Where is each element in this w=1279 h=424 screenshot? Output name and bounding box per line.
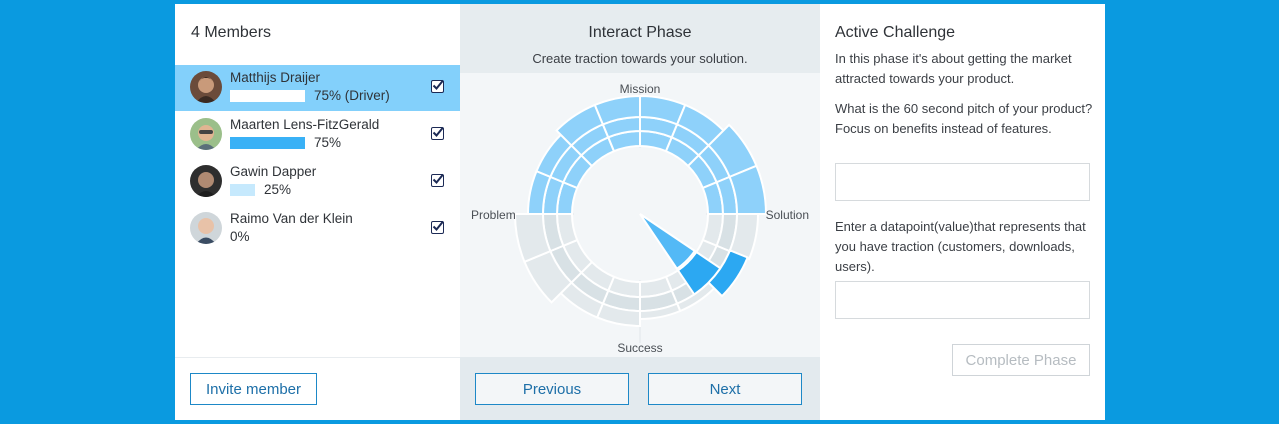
phase-header: Interact Phase Create traction towards y…	[460, 4, 820, 73]
challenge-title: Active Challenge	[835, 24, 956, 41]
complete-phase-button[interactable]: Complete Phase	[952, 344, 1090, 376]
wheel-label-mission: Mission	[620, 82, 661, 96]
phase-panel: Interact Phase Create traction towards y…	[460, 4, 820, 420]
member-row[interactable]: Gawin Dapper 25%	[175, 159, 460, 205]
member-name: Gawin Dapper	[230, 164, 317, 179]
member-checkbox[interactable]	[431, 79, 444, 93]
challenge-question-2: Enter a datapoint(value)that represents …	[835, 219, 1086, 274]
phase-footer: Previous Next	[460, 357, 820, 420]
phase-subtitle: Create traction towards your solution.	[532, 51, 748, 66]
wheel-label-success: Success	[617, 341, 662, 355]
member-progress-label: 25%	[264, 182, 292, 197]
next-button[interactable]: Next	[648, 373, 802, 405]
member-name: Raimo Van der Klein	[230, 211, 353, 226]
members-panel: 4 Members Matthijs Draijer 75% (Driver)	[175, 4, 460, 420]
member-row[interactable]: Matthijs Draijer 75% (Driver)	[175, 65, 460, 111]
avatar	[190, 165, 222, 197]
phase-title: Interact Phase	[588, 24, 692, 41]
invite-member-button[interactable]: Invite member	[190, 373, 317, 405]
member-progress-bar	[230, 184, 255, 196]
wheel-label-solution: Solution	[766, 208, 809, 222]
challenge-panel: Active Challenge In this phase it's abou…	[820, 4, 1105, 420]
member-checkbox[interactable]	[431, 220, 444, 234]
member-progress-bar	[230, 137, 305, 149]
member-row[interactable]: Raimo Van der Klein 0%	[175, 206, 460, 252]
challenge-intro: In this phase it's about getting the mar…	[835, 51, 1072, 86]
divider	[175, 357, 460, 358]
member-checkbox[interactable]	[431, 173, 444, 187]
members-title: 4 Members	[191, 24, 272, 41]
avatar	[190, 71, 222, 103]
app-card: 4 Members Matthijs Draijer 75% (Driver)	[175, 4, 1105, 420]
wheel-label-problem: Problem	[471, 208, 516, 222]
previous-button[interactable]: Previous	[475, 373, 629, 405]
pitch-input[interactable]	[835, 163, 1090, 201]
member-row[interactable]: Maarten Lens-FitzGerald 75%	[175, 112, 460, 158]
member-progress-label: 75%	[314, 135, 342, 150]
member-progress-label: 0%	[230, 229, 250, 244]
member-checkbox[interactable]	[431, 126, 444, 140]
avatar	[190, 118, 222, 150]
member-progress-bar	[230, 90, 305, 102]
avatar	[190, 212, 222, 244]
phase-wheel: Mission Solution Success Problem	[460, 73, 820, 357]
member-name: Matthijs Draijer	[230, 70, 321, 85]
datapoint-input[interactable]	[835, 281, 1090, 319]
member-progress-label: 75% (Driver)	[314, 88, 390, 103]
member-name: Maarten Lens-FitzGerald	[230, 117, 380, 132]
challenge-question-1: What is the 60 second pitch of your prod…	[835, 101, 1093, 136]
